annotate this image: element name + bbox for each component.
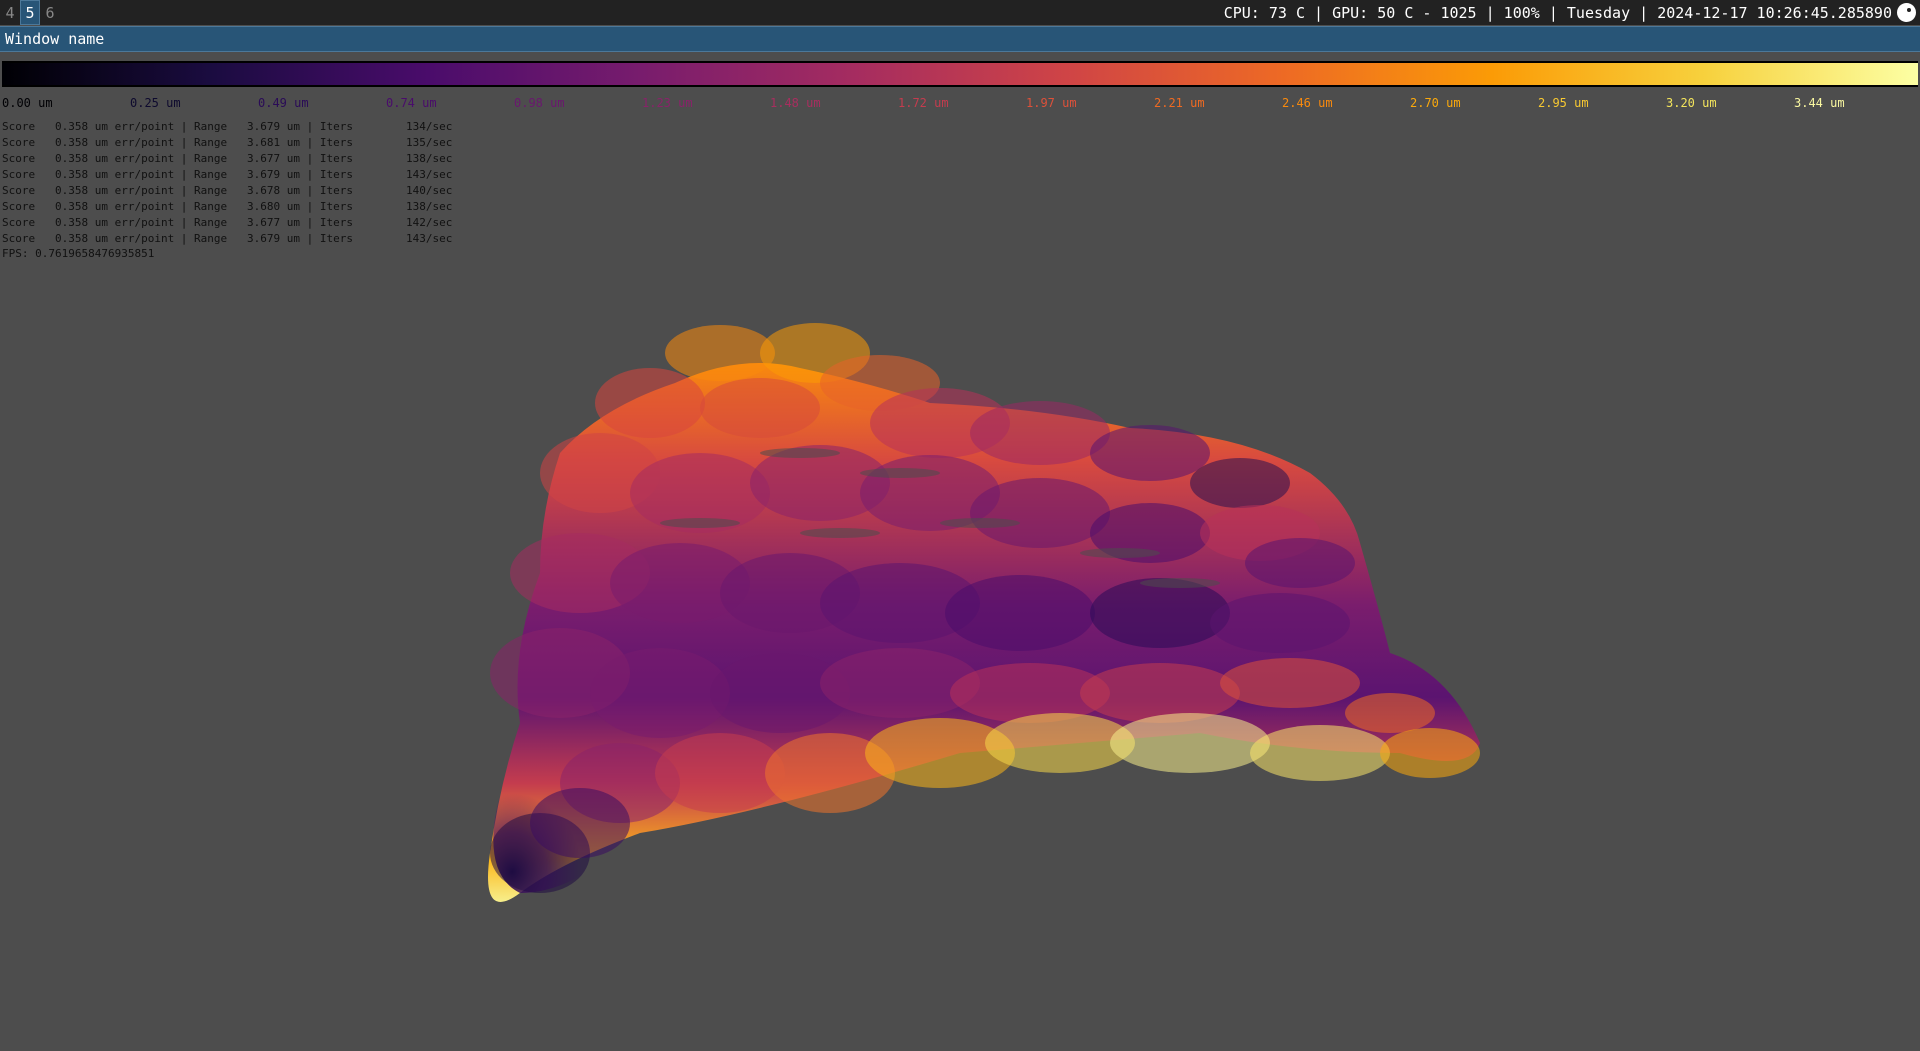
colorbar-ticks: 0.00 um 0.25 um 0.49 um 0.74 um 0.98 um 1.23 …	[0, 96, 1920, 110]
window-titlebar[interactable]: Window name	[0, 26, 1920, 52]
workspace-button[interactable]: 4	[0, 0, 20, 25]
colorbar-tick-label: 0.98 um	[514, 96, 565, 110]
colorbar-tick-label: 1.23 um	[642, 96, 693, 110]
score-log-line: Score 0.358 um err/point | Range 3.679 u…	[2, 120, 453, 133]
colorbar-tick-label: 2.70 um	[1410, 96, 1461, 110]
score-log-line: Score 0.358 um err/point | Range 3.677 u…	[2, 152, 453, 165]
window-title: Window name	[5, 30, 105, 48]
workspace-button[interactable]: 5	[20, 0, 40, 25]
colorbar-tick-label: 0.25 um	[130, 96, 181, 110]
colorbar-tick-label: 2.95 um	[1538, 96, 1589, 110]
colorbar-tick-label: 3.44 um	[1794, 96, 1845, 110]
score-log-line: Score 0.358 um err/point | Range 3.678 u…	[2, 184, 453, 197]
score-log-line: Score 0.358 um err/point | Range 3.681 u…	[2, 136, 453, 149]
score-log-line: Score 0.358 um err/point | Range 3.679 u…	[2, 168, 453, 181]
status-text: CPU: 73 C | GPU: 50 C - 1025 | 100% | Tu…	[1223, 3, 1892, 22]
colorbar-tick-label: 0.74 um	[386, 96, 437, 110]
taskbar: 456 CPU: 73 C | GPU: 50 C - 1025 | 100% …	[0, 0, 1920, 25]
score-log-line: Score 0.358 um err/point | Range 3.677 u…	[2, 216, 453, 229]
colorbar-tick-label: 2.21 um	[1154, 96, 1205, 110]
workspace-button[interactable]: 6	[40, 0, 60, 25]
colorbar-tick-label: 1.72 um	[898, 96, 949, 110]
colorbar-tick-label: 3.20 um	[1666, 96, 1717, 110]
score-log-line: Score 0.358 um err/point | Range 3.680 u…	[2, 200, 453, 213]
render-viewport[interactable]: 0.00 um 0.25 um 0.49 um 0.74 um 0.98 um 1.23 …	[0, 53, 1920, 1051]
workspace-switcher: 456	[0, 0, 60, 25]
colorbar-tick-label: 1.97 um	[1026, 96, 1077, 110]
point-cloud-surface	[488, 323, 1480, 902]
score-log-line: Score 0.358 um err/point | Range 3.679 u…	[2, 232, 453, 245]
colorbar-tick-label: 1.48 um	[770, 96, 821, 110]
colorbar-tick-label: 0.49 um	[258, 96, 309, 110]
colorbar	[2, 61, 1918, 87]
steam-icon[interactable]	[1897, 3, 1916, 22]
fps-readout: FPS: 0.7619658476935851	[2, 247, 155, 260]
colorbar-tick-label: 0.00 um	[2, 96, 53, 110]
colorbar-tick-label: 2.46 um	[1282, 96, 1333, 110]
score-log: Score 0.358 um err/point | Range 3.679 u…	[2, 119, 452, 261]
